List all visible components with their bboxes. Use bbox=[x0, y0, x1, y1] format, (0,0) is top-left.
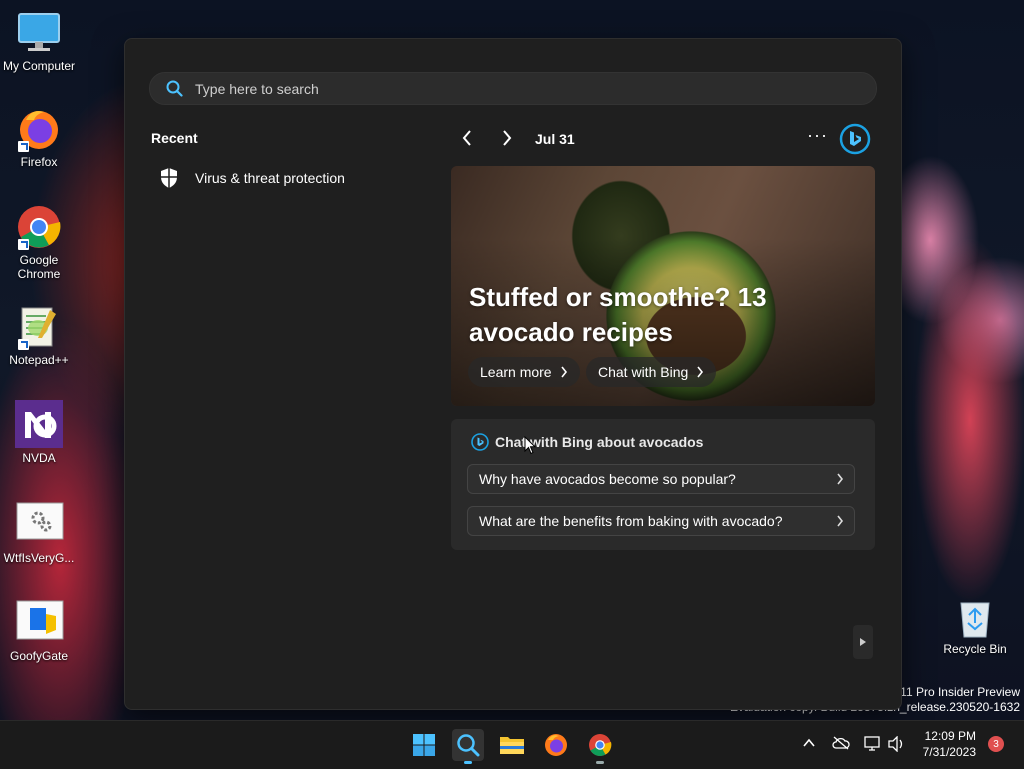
recent-item-virus-threat[interactable]: Virus & threat protection bbox=[159, 167, 345, 189]
chevron-right-icon bbox=[697, 366, 704, 378]
bing-chat-card: Chat with Bing about avocados Why have a… bbox=[451, 419, 875, 550]
scroll-next-button[interactable] bbox=[853, 625, 873, 659]
search-icon bbox=[457, 734, 480, 757]
chat-card-title: Chat with Bing about avocados bbox=[471, 433, 703, 451]
learn-more-button[interactable]: Learn more bbox=[468, 357, 580, 387]
search-icon bbox=[166, 80, 183, 97]
search-box[interactable]: Type here to search bbox=[149, 72, 877, 105]
desktop-icon-label: GoofyGate bbox=[9, 649, 69, 663]
desktop-icon-label: NVDA bbox=[22, 451, 56, 465]
recent-item-label: Virus & threat protection bbox=[195, 170, 345, 186]
chevron-right-icon bbox=[837, 473, 844, 485]
shortcut-arrow-icon bbox=[18, 339, 29, 350]
next-button[interactable] bbox=[501, 129, 513, 152]
installer-icon bbox=[16, 600, 64, 646]
firefox-icon bbox=[545, 734, 567, 756]
hero-card[interactable]: Stuffed or smoothie? 13 avocado recipes … bbox=[451, 166, 875, 406]
shortcut-arrow-icon bbox=[18, 239, 29, 250]
chevron-up-icon[interactable] bbox=[802, 736, 816, 750]
taskbar-firefox[interactable] bbox=[540, 729, 572, 761]
network-icon[interactable] bbox=[864, 736, 882, 752]
desktop-icon-label: Firefox bbox=[20, 155, 58, 169]
bing-icon bbox=[839, 123, 871, 155]
chrome-icon bbox=[589, 734, 612, 756]
search-input[interactable]: Type here to search bbox=[195, 81, 319, 97]
firefox-icon bbox=[16, 106, 62, 152]
taskbar-chrome[interactable] bbox=[584, 729, 616, 764]
desktop-icon-chrome[interactable]: Google Chrome bbox=[0, 204, 78, 281]
desktop-icon-label: Notepad++ bbox=[9, 353, 69, 367]
chevron-left-icon bbox=[462, 130, 471, 146]
nvda-icon bbox=[15, 400, 63, 448]
desktop-icon-nvda[interactable]: NVDA bbox=[0, 400, 78, 465]
cloud-offline-icon[interactable] bbox=[832, 736, 850, 750]
active-indicator bbox=[464, 761, 472, 764]
desktop-icon-firefox[interactable]: Firefox bbox=[0, 106, 78, 169]
desktop-icon-label: My Computer bbox=[2, 59, 76, 73]
recycle-bin-icon bbox=[960, 602, 990, 638]
chat-with-bing-button[interactable]: Chat with Bing bbox=[586, 357, 717, 387]
desktop-icon-wtfisveryg[interactable]: WtfIsVeryG... bbox=[0, 502, 78, 565]
bing-button[interactable] bbox=[839, 123, 871, 160]
chevron-right-icon bbox=[560, 366, 567, 378]
chat-question-1[interactable]: Why have avocados become so popular? bbox=[467, 464, 855, 494]
taskbar-file-explorer[interactable] bbox=[496, 729, 528, 761]
desktop-icon-label: Google Chrome bbox=[17, 253, 61, 281]
notification-badge[interactable]: 3 bbox=[988, 736, 1004, 752]
desktop-icon-label: Recycle Bin bbox=[943, 642, 1007, 656]
notepadpp-icon bbox=[16, 304, 62, 350]
folder-icon bbox=[500, 737, 524, 754]
previous-button[interactable] bbox=[461, 129, 473, 152]
shortcut-arrow-icon bbox=[18, 141, 29, 152]
search-panel: Type here to search Recent Virus & threa… bbox=[124, 38, 902, 710]
desktop-icon-label: WtfIsVeryG... bbox=[3, 551, 75, 565]
volume-icon[interactable] bbox=[888, 736, 906, 752]
taskbar-search-button[interactable] bbox=[452, 729, 484, 764]
desktop-icon-notepadpp[interactable]: Notepad++ bbox=[0, 304, 78, 367]
hero-title: Stuffed or smoothie? 13 avocado recipes bbox=[469, 282, 767, 347]
desktop-icon-goofygate[interactable]: GoofyGate bbox=[0, 600, 78, 663]
highlight-date: Jul 31 bbox=[535, 131, 575, 147]
play-arrow-icon bbox=[860, 638, 866, 646]
more-options-button[interactable]: ··· bbox=[807, 125, 828, 146]
desktop-icon-recycle-bin[interactable]: Recycle Bin bbox=[940, 597, 1010, 656]
chevron-right-icon bbox=[503, 130, 512, 146]
taskbar: 12:09 PM 7/31/2023 3 bbox=[0, 720, 1024, 769]
recent-heading: Recent bbox=[151, 130, 198, 146]
windows-logo-icon bbox=[413, 734, 435, 756]
highlights-nav: Jul 31 ··· bbox=[451, 123, 875, 155]
chat-question-2[interactable]: What are the benefits from baking with a… bbox=[467, 506, 855, 536]
desktop-icon-my-computer[interactable]: My Computer bbox=[0, 10, 78, 73]
bing-icon bbox=[471, 433, 489, 451]
chrome-icon bbox=[16, 204, 62, 250]
shield-icon bbox=[161, 168, 177, 188]
monitor-icon bbox=[16, 10, 62, 56]
settings-app-icon bbox=[16, 502, 64, 548]
start-button[interactable] bbox=[408, 729, 440, 761]
running-indicator bbox=[596, 761, 604, 764]
mouse-cursor-icon bbox=[524, 436, 536, 455]
chevron-right-icon bbox=[837, 515, 844, 527]
taskbar-clock[interactable]: 12:09 PM 7/31/2023 bbox=[912, 728, 976, 760]
